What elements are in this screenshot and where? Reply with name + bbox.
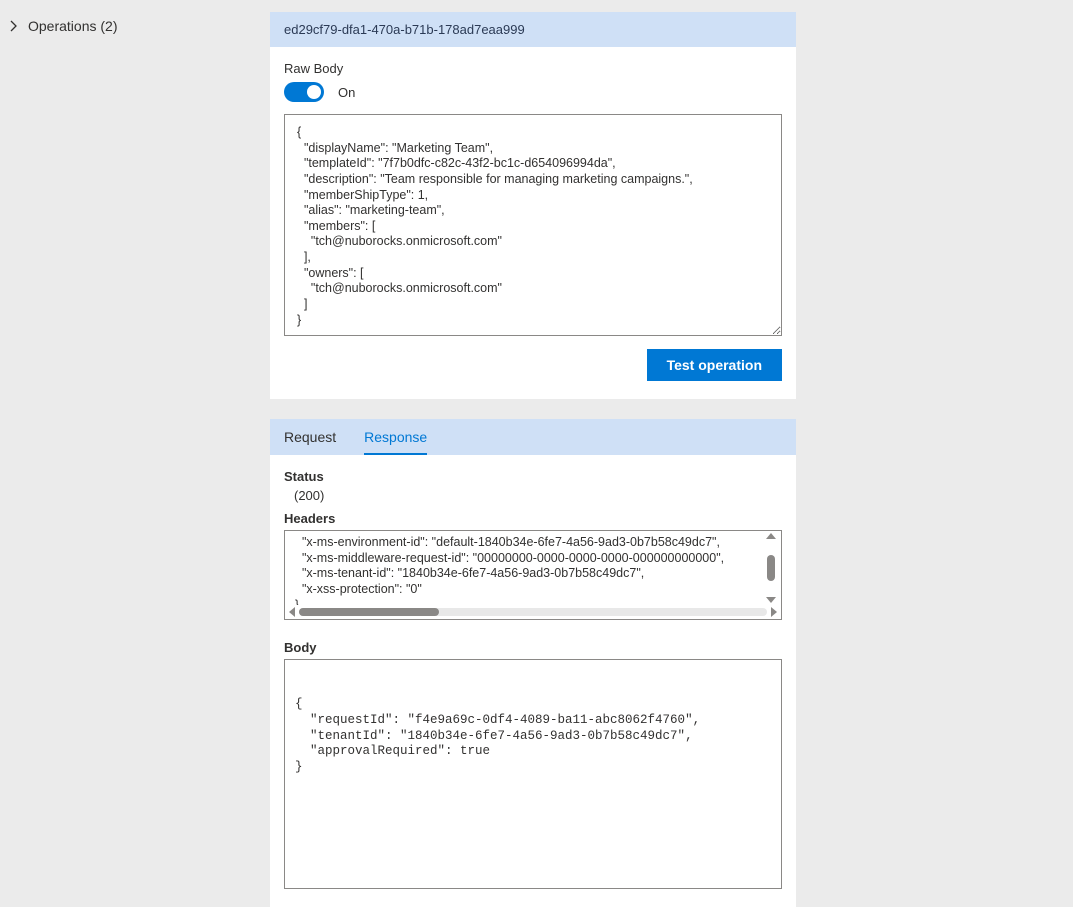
sidebar: Operations (2) bbox=[0, 0, 270, 851]
result-card: Request Response Status (200) Headers "x… bbox=[270, 419, 796, 907]
scroll-right-icon bbox=[771, 607, 777, 617]
scroll-track-horizontal[interactable] bbox=[299, 608, 767, 616]
headers-text: "x-ms-environment-id": "default-1840b34e… bbox=[285, 535, 757, 605]
headers-vertical-scrollbar[interactable] bbox=[763, 533, 779, 603]
headers-box[interactable]: "x-ms-environment-id": "default-1840b34e… bbox=[284, 530, 782, 620]
headers-horizontal-scrollbar[interactable] bbox=[285, 605, 781, 619]
request-editor-card: ed29cf79-dfa1-470a-b71b-178ad7eaa999 Raw… bbox=[270, 12, 796, 399]
headers-label: Headers bbox=[270, 511, 796, 530]
operations-label: Operations (2) bbox=[28, 18, 117, 34]
tabs-bar: Request Response bbox=[270, 419, 796, 455]
tab-response[interactable]: Response bbox=[364, 419, 427, 455]
raw-body-textarea[interactable] bbox=[284, 114, 782, 336]
scroll-down-icon bbox=[766, 597, 776, 603]
scroll-thumb-vertical[interactable] bbox=[767, 555, 775, 581]
operation-id-header: ed29cf79-dfa1-470a-b71b-178ad7eaa999 bbox=[270, 12, 796, 47]
status-label: Status bbox=[270, 455, 796, 488]
raw-body-toggle[interactable] bbox=[284, 82, 324, 102]
chevron-right-icon bbox=[8, 20, 20, 32]
main-content: ed29cf79-dfa1-470a-b71b-178ad7eaa999 Raw… bbox=[270, 0, 1073, 851]
tab-request[interactable]: Request bbox=[284, 419, 336, 455]
test-operation-button[interactable]: Test operation bbox=[647, 349, 782, 381]
raw-body-label: Raw Body bbox=[284, 61, 782, 76]
scroll-up-icon bbox=[766, 533, 776, 539]
response-body-text: { "requestId": "f4e9a69c-0df4-4089-ba11-… bbox=[295, 697, 771, 775]
raw-body-toggle-state: On bbox=[338, 85, 355, 100]
body-label: Body bbox=[270, 626, 796, 659]
status-value: (200) bbox=[270, 488, 796, 511]
scroll-left-icon bbox=[289, 607, 295, 617]
scroll-thumb-horizontal[interactable] bbox=[299, 608, 439, 616]
response-body-box[interactable]: { "requestId": "f4e9a69c-0df4-4089-ba11-… bbox=[284, 659, 782, 889]
operations-toggle[interactable]: Operations (2) bbox=[8, 18, 270, 34]
